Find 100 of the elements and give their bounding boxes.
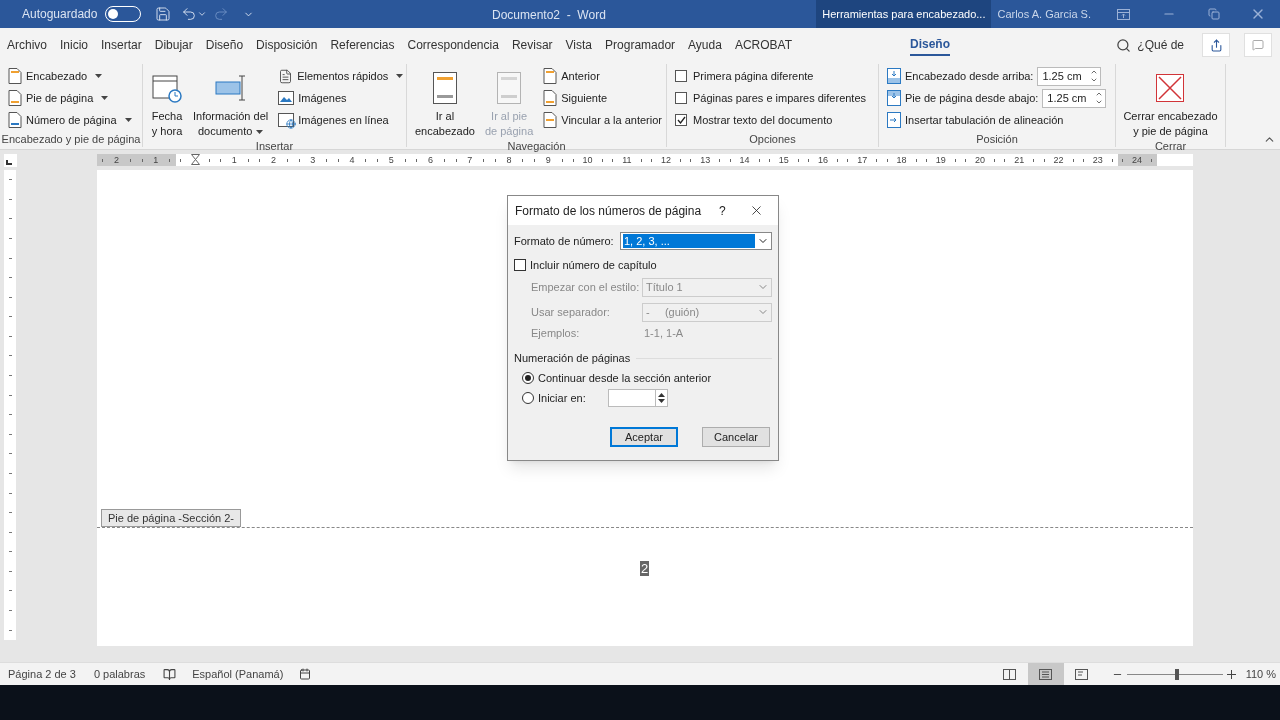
share-button[interactable]	[1202, 33, 1230, 57]
checkbox[interactable]	[675, 92, 687, 104]
menu-tab[interactable]: Diseño	[910, 34, 950, 56]
ribbon-button[interactable]: Vincular a la anterior	[539, 109, 666, 131]
document-icon	[8, 68, 22, 84]
picture-icon	[278, 91, 295, 105]
menu-tab[interactable]: Dibujar	[154, 36, 193, 54]
ribbon-large-button[interactable]: Cerrar encabezado y pie de página	[1119, 65, 1222, 139]
tell-me-field[interactable]: ¿Qué de	[1137, 36, 1184, 54]
group-label: Posición	[975, 132, 1019, 147]
checkbox[interactable]	[675, 114, 687, 126]
word-count[interactable]: 0 palabras	[93, 665, 146, 683]
menu-tab[interactable]: Insertar	[101, 36, 142, 54]
menu-tab[interactable]: Referencias	[330, 36, 395, 54]
checkbox-label: Páginas pares e impares diferentes	[693, 90, 867, 106]
ribbon-button[interactable]: Anterior	[539, 65, 666, 87]
text-field-icon	[213, 72, 248, 104]
close-icon[interactable]	[749, 203, 764, 218]
menu-tab[interactable]: Archivo	[7, 36, 47, 54]
menu-tab[interactable]: Vista	[565, 36, 593, 54]
field-label: Empezar con el estilo:	[531, 279, 640, 295]
spin-arrows-icon[interactable]	[657, 392, 665, 404]
ribbon-button[interactable]: Imágenes	[274, 87, 408, 109]
radio-label: Continuar desde la sección anterior	[538, 370, 712, 386]
zoom-thumb[interactable]	[1175, 668, 1180, 680]
checkbox[interactable]	[675, 70, 687, 82]
radio-button[interactable]	[522, 372, 534, 384]
view-icon	[1003, 668, 1017, 680]
ribbon-button[interactable]: Elementos rápidos	[274, 65, 408, 87]
menu-tab[interactable]: ACROBAT	[734, 36, 792, 54]
menu-tab[interactable]: Ayuda	[688, 36, 722, 54]
caret-icon[interactable]	[197, 9, 208, 19]
checkbox-label: Incluir número de capítulo	[530, 257, 657, 273]
number-format-dropdown[interactable]: 1, 2, 3, ...	[620, 232, 772, 250]
caret-icon	[124, 118, 132, 122]
language-label[interactable]: Español (Panamá)	[192, 665, 284, 683]
ribbon-display-icon[interactable]	[1117, 8, 1130, 20]
spin-field[interactable]: 1.25 cm	[1037, 66, 1102, 86]
start-at-field[interactable]	[607, 389, 668, 407]
ribbon-button[interactable]: Insertar tabulación de alineación	[883, 109, 1111, 131]
field-label: Formato de número:	[514, 233, 614, 249]
menu-tab[interactable]: Revisar	[511, 36, 553, 54]
dialog-button[interactable]: Cancelar	[702, 427, 770, 447]
search-icon[interactable]	[1116, 37, 1132, 53]
option-checkbox[interactable]: Páginas pares e impares diferentes	[671, 87, 871, 109]
indent-marker-icon[interactable]	[190, 154, 200, 166]
view-icon	[1039, 668, 1053, 680]
proofing-icon[interactable]	[163, 667, 177, 681]
undo-icon[interactable]	[181, 6, 198, 22]
menu-tab[interactable]: Disposición	[256, 36, 318, 54]
page-icon	[497, 72, 522, 104]
ribbon-button[interactable]: Encabezado	[4, 65, 136, 87]
ruler-number: 6	[428, 154, 434, 166]
checkbox-label: Primera página diferente	[693, 68, 814, 84]
zoom-slider[interactable]	[1126, 668, 1223, 680]
radio-button[interactable]	[522, 392, 534, 404]
globe-picture-icon	[278, 113, 295, 127]
checkbox[interactable]	[514, 259, 526, 271]
spin-field[interactable]: 1.25 cm	[1042, 88, 1107, 108]
ruler-number: 12	[661, 154, 672, 166]
ruler-number: 14	[739, 154, 750, 166]
save-icon[interactable]	[155, 6, 172, 22]
dialog-button[interactable]: Aceptar	[610, 427, 678, 447]
help-button[interactable]: ?	[719, 201, 726, 220]
ribbon-button[interactable]: Imágenes en línea	[274, 109, 408, 131]
ribbon-button[interactable]: Número de página	[4, 109, 136, 131]
ruler-number: 1	[231, 154, 237, 166]
caret-icon	[95, 74, 103, 78]
examples-value: 1-1, 1-A	[644, 325, 684, 341]
ribbon-large-button[interactable]: Ir al encabezado	[411, 65, 479, 139]
ribbon-button[interactable]: Pie de página	[4, 87, 136, 109]
page-count[interactable]: Página 2 de 3	[8, 665, 76, 683]
ribbon-large-button[interactable]: Fecha y hora	[147, 65, 187, 139]
option-checkbox[interactable]: Primera página diferente	[671, 65, 871, 87]
menu-tab[interactable]: Correspondencia	[407, 36, 499, 54]
tab-selector[interactable]	[4, 153, 17, 167]
caret-icon	[256, 130, 264, 135]
chapter-checkbox[interactable]: Incluir número de capítulo	[514, 257, 772, 273]
option-checkbox[interactable]: Mostrar texto del documento	[671, 109, 871, 131]
macro-icon[interactable]	[299, 668, 312, 680]
checkmark-icon	[676, 116, 686, 124]
ruler-number: 4	[349, 154, 355, 166]
ruler-number: 20	[975, 154, 986, 166]
caret-icon	[101, 96, 109, 100]
ribbon-button[interactable]: Siguiente	[539, 87, 666, 109]
radio-label: Iniciar en:	[538, 390, 586, 406]
zoom-percent[interactable]: 110 %	[1245, 665, 1276, 683]
ruler-number: 2	[271, 154, 277, 166]
ribbon-large-button[interactable]: Información del documento	[189, 65, 273, 139]
caret-icon	[396, 74, 404, 78]
view-button[interactable]	[1027, 663, 1064, 685]
ruler-number: 8	[506, 154, 512, 166]
restore-icon[interactable]	[1208, 8, 1220, 20]
spin-label: Pie de página desde abajo:	[905, 90, 1039, 106]
menu-tab[interactable]: Diseño	[205, 36, 244, 54]
zoom-in-icon[interactable]	[1226, 669, 1236, 679]
menu-tab[interactable]: Inicio	[60, 36, 89, 54]
group-label: Opciones	[748, 132, 797, 147]
ruler-number: 18	[896, 154, 907, 166]
menu-tab[interactable]: Programador	[605, 36, 676, 54]
